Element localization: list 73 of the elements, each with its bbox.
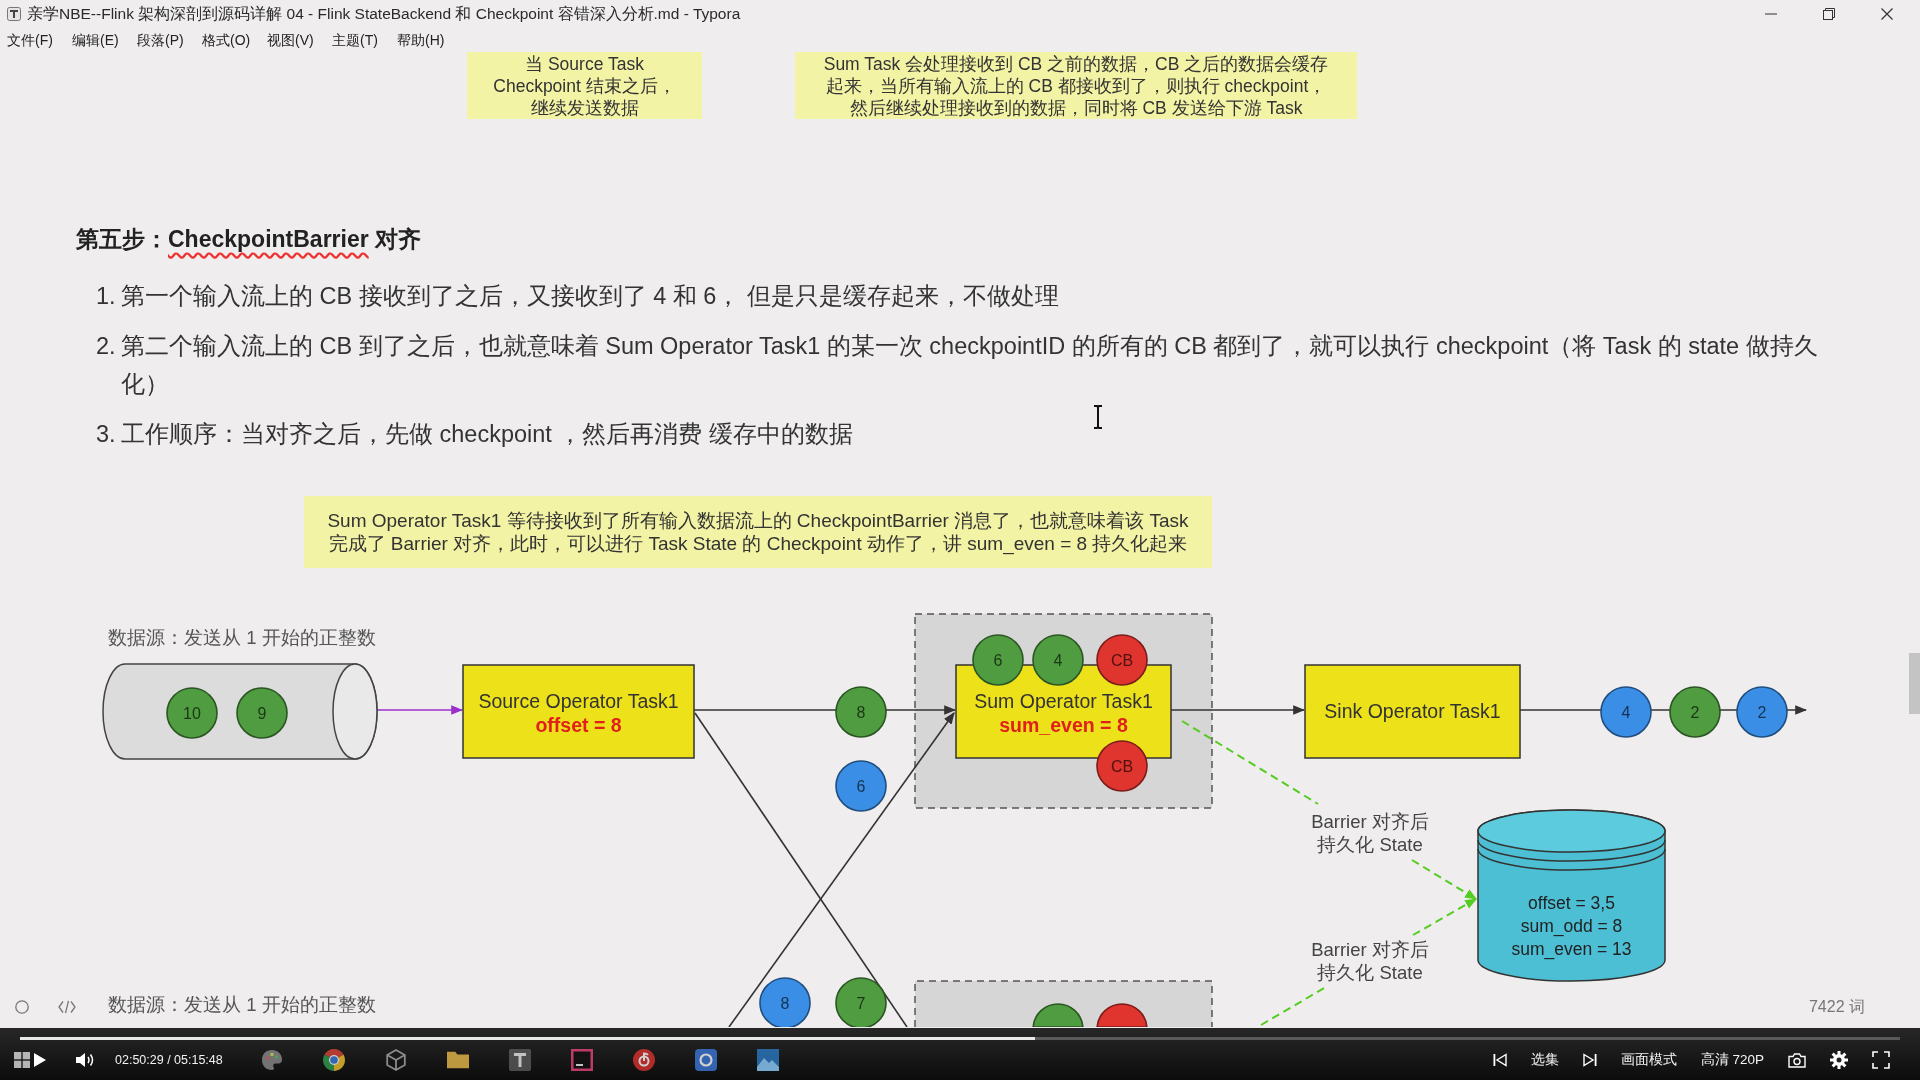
screenshot-button[interactable]	[1788, 1052, 1806, 1068]
palette-icon[interactable]	[261, 1049, 283, 1071]
sticky-note: Sum Operator Task1 等待接收到了所有输入数据流上的 CheckpointBarrier 消息了，也就意味着该 Task 完成了 Barrier 对齐，此时，可以进行 Task State 的 Checkpoint 动作了，讲 sum_even = 8 持久化起来	[304, 496, 1212, 568]
menu-item[interactable]: 段落(P)	[132, 27, 197, 53]
record-circle: 6	[835, 760, 887, 812]
sticky-note: 当 Source Task Checkpoint 结束之后， 继续发送数据	[467, 52, 702, 119]
minimize-icon	[1765, 13, 1777, 15]
fullscreen-button[interactable]	[1872, 1051, 1890, 1069]
menu-item[interactable]: 主题(T)	[327, 27, 392, 53]
app-tile-icon[interactable]	[695, 1049, 717, 1071]
source-label: 数据源：发送从 1 开始的正整数	[108, 994, 376, 1015]
grid-icon[interactable]	[14, 1052, 30, 1068]
cube-icon[interactable]	[385, 1049, 407, 1071]
menu-item[interactable]: 帮助(H)	[392, 27, 457, 53]
restore-icon	[1823, 8, 1835, 20]
camera-icon	[1788, 1052, 1806, 1068]
record-circle: CB	[1096, 740, 1148, 792]
tricolor-ring-icon[interactable]	[323, 1049, 345, 1071]
record-circle: 9	[236, 687, 288, 739]
source-label: 数据源：发送从 1 开始的正整数	[108, 627, 376, 648]
app-tile-icon[interactable]	[509, 1049, 531, 1071]
menu-item[interactable]: 视图(V)	[262, 27, 327, 53]
record-circle: 8	[835, 686, 887, 738]
word-count: 7422 词	[1808, 997, 1865, 1017]
menu-item[interactable]: 文件(F)	[2, 27, 67, 53]
list-number: 1.	[96, 282, 117, 311]
folder-icon[interactable]	[447, 1049, 469, 1071]
menu-item[interactable]: 格式(O)	[197, 27, 262, 53]
play-icon	[34, 1053, 46, 1067]
settings-button[interactable]	[1830, 1051, 1848, 1069]
record-circle: CB	[1096, 634, 1148, 686]
record-circle: 4	[1032, 634, 1084, 686]
list-item-text: 工作顺序：当对齐之后，先做 checkpoint ，然后再消费 缓存中的数据	[121, 420, 853, 449]
record-circle: 10	[166, 687, 218, 739]
sticky-note: Sum Task 会处理接收到 CB 之前的数据，CB 之后的数据会缓存 起来，当所有输入流上的 CB 都接收到了，则执行 checkpoint， 然后继续处理接收到的数据，同时将 CB 发送给下游 Task	[795, 52, 1357, 119]
settings-icon	[1830, 1051, 1848, 1069]
progress-track[interactable]	[20, 1037, 1900, 1040]
menu-item[interactable]: 编辑(E)	[67, 27, 132, 53]
scrollbar-thumb[interactable]	[1909, 653, 1920, 714]
skip-back-icon	[1492, 1053, 1507, 1067]
text-cursor-icon	[1093, 405, 1103, 429]
player-option-button[interactable]: 高清 720P	[1700, 1049, 1764, 1071]
database-cylinder: offset = 3,5 sum_odd = 8 sum_even = 13	[1477, 809, 1666, 982]
player-option-button[interactable]: 画面模式	[1620, 1049, 1677, 1071]
operator-node: Sink Operator Task1	[1304, 664, 1521, 759]
app-tile-icon[interactable]	[571, 1049, 593, 1071]
circle-icon[interactable]	[15, 1000, 29, 1014]
code-icon[interactable]	[58, 1000, 76, 1014]
volume-icon	[76, 1052, 95, 1068]
window-title: 亲学NBE--Flink 架构深剖到源码详解 04 - Flink StateBackend 和 Checkpoint 容错深入分析.md - Typora	[27, 4, 741, 25]
record-circle: 2	[1736, 686, 1788, 738]
playlist-button[interactable]: 选集	[1530, 1049, 1559, 1071]
fullscreen-icon	[1872, 1051, 1890, 1069]
list-number: 3.	[96, 420, 117, 449]
annotation-label: Barrier 对齐后 持久化 State	[1311, 939, 1429, 983]
play-button[interactable]	[34, 1053, 46, 1067]
volume-button[interactable]	[76, 1052, 95, 1068]
skip-forward-icon	[1582, 1053, 1597, 1067]
playback-time: 02:50:29 / 05:15:48	[115, 1051, 223, 1069]
annotation-label: Barrier 对齐后 持久化 State	[1311, 811, 1429, 855]
close-icon	[1881, 8, 1893, 20]
operator-node: Source Operator Task1 offset = 8	[462, 664, 695, 759]
next-button[interactable]	[1582, 1053, 1597, 1067]
record-circle: 6	[972, 634, 1024, 686]
section-heading: 第五步：CheckpointBarrier 对齐	[76, 225, 422, 254]
app-icon	[7, 7, 21, 21]
record-circle: 4	[1600, 686, 1652, 738]
list-number: 2.	[96, 332, 117, 361]
disc-icon[interactable]	[633, 1049, 655, 1071]
record-circle: 2	[1669, 686, 1721, 738]
list-item-text: 第二个输入流上的 CB 到了之后，也就意味着 Sum Operator Task1 的某一次 checkpointID 的所有的 CB 都到了，就可以执行 checkpoint（将 Task 的 state 做持久化）	[121, 332, 1819, 399]
previous-button[interactable]	[1492, 1053, 1507, 1067]
list-item-text: 第一个输入流上的 CB 接收到了之后，又接收到了 4 和 6， 但是只是缓存起来，不做处理	[121, 282, 1059, 311]
